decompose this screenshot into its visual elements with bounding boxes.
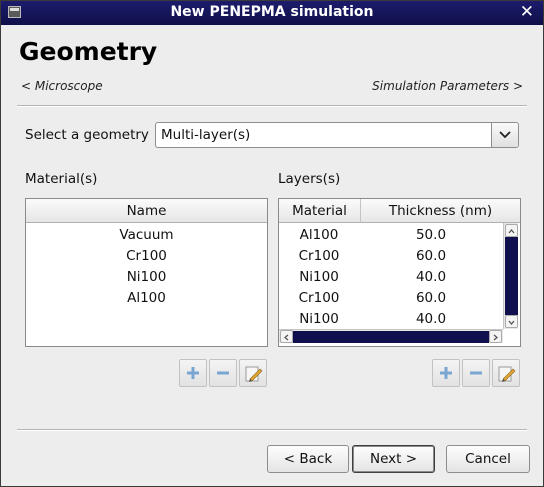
chevron-right-icon — [493, 334, 499, 341]
window-title: New PENEPMA simulation — [170, 4, 374, 20]
table-row[interactable]: Cr100 — [26, 248, 267, 264]
table-row[interactable]: Ni100 — [26, 269, 267, 285]
layer-row-material[interactable]: Ni100 — [279, 311, 359, 327]
edit-material-button[interactable] — [239, 359, 267, 387]
materials-label: Material(s) — [25, 171, 98, 187]
materials-table[interactable]: Name Vacuum Cr100 Ni100 Al100 — [25, 198, 268, 347]
layers-table[interactable]: Material Thickness (nm) Al100 50.0 Cr100… — [278, 198, 521, 347]
remove-layer-button[interactable] — [462, 359, 490, 387]
chevron-left-icon — [283, 334, 289, 341]
layer-row-thickness[interactable]: 40.0 — [359, 269, 503, 285]
layers-label: Layers(s) — [278, 171, 341, 187]
page-title: Geometry — [19, 37, 158, 66]
layer-row-thickness[interactable]: 60.0 — [359, 290, 503, 306]
layer-row-thickness[interactable]: 40.0 — [359, 311, 503, 327]
previous-page-link[interactable]: < Microscope — [21, 79, 103, 93]
minus-icon — [217, 371, 229, 375]
minus-icon — [470, 371, 482, 375]
add-material-button[interactable] — [179, 359, 207, 387]
chevron-down-icon — [499, 131, 511, 139]
layers-vertical-scrollbar[interactable] — [503, 223, 518, 329]
cancel-button[interactable]: Cancel — [446, 445, 530, 473]
scroll-down-arrow[interactable] — [505, 315, 518, 328]
add-layer-button[interactable] — [432, 359, 460, 387]
table-row[interactable]: Al100 — [26, 290, 267, 306]
edit-layer-button[interactable] — [492, 359, 520, 387]
title-bar[interactable]: New PENEPMA simulation ✕ — [1, 1, 543, 25]
geometry-select[interactable]: Multi-layer(s) — [155, 122, 519, 148]
scroll-up-arrow[interactable] — [505, 224, 518, 237]
layer-row-material[interactable]: Cr100 — [279, 290, 359, 306]
edit-pencil-icon — [498, 366, 516, 382]
footer-divider — [17, 429, 527, 431]
close-icon[interactable]: ✕ — [520, 2, 534, 22]
scroll-right-arrow[interactable] — [489, 330, 502, 343]
geometry-dropdown-button[interactable] — [491, 123, 518, 147]
materials-column-header[interactable]: Name — [26, 199, 267, 223]
layer-row-material[interactable]: Ni100 — [279, 269, 359, 285]
edit-pencil-icon — [245, 366, 263, 382]
layer-row-material[interactable]: Cr100 — [279, 248, 359, 264]
layers-material-column-header[interactable]: Material — [279, 199, 361, 223]
plus-icon — [440, 367, 452, 379]
geometry-select-value: Multi-layer(s) — [161, 127, 251, 143]
chevron-up-icon — [508, 228, 515, 234]
header-divider — [17, 105, 527, 107]
layers-thickness-column-header[interactable]: Thickness (nm) — [361, 199, 520, 223]
layers-horizontal-scrollbar[interactable] — [279, 329, 503, 343]
geometry-label: Select a geometry — [25, 127, 149, 143]
layer-row-thickness[interactable]: 50.0 — [359, 227, 503, 243]
layer-row-material[interactable]: Al100 — [279, 227, 359, 243]
next-page-link[interactable]: Simulation Parameters > — [372, 79, 523, 93]
scroll-left-arrow[interactable] — [280, 330, 293, 343]
back-button[interactable]: < Back — [267, 445, 349, 473]
table-row[interactable]: Vacuum — [26, 227, 267, 243]
remove-material-button[interactable] — [209, 359, 237, 387]
dialog-window: New PENEPMA simulation ✕ Geometry < Micr… — [0, 0, 544, 487]
next-button[interactable]: Next > — [352, 445, 435, 473]
horizontal-scroll-thumb[interactable] — [293, 331, 489, 343]
chevron-down-icon — [508, 320, 515, 326]
plus-icon — [187, 367, 199, 379]
layer-row-thickness[interactable]: 60.0 — [359, 248, 503, 264]
vertical-scroll-thumb[interactable] — [505, 237, 518, 315]
